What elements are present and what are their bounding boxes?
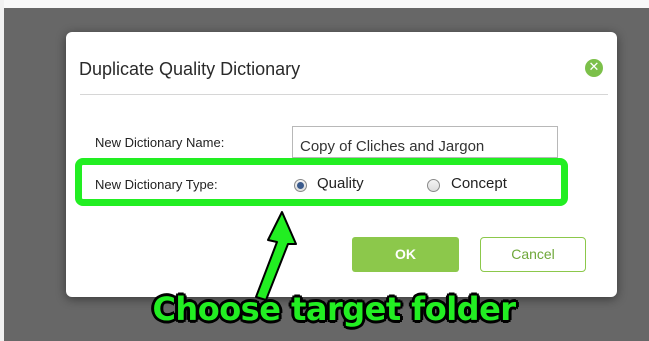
annotation-text: Choose target folder bbox=[152, 290, 516, 328]
arrow-shape bbox=[255, 211, 297, 301]
